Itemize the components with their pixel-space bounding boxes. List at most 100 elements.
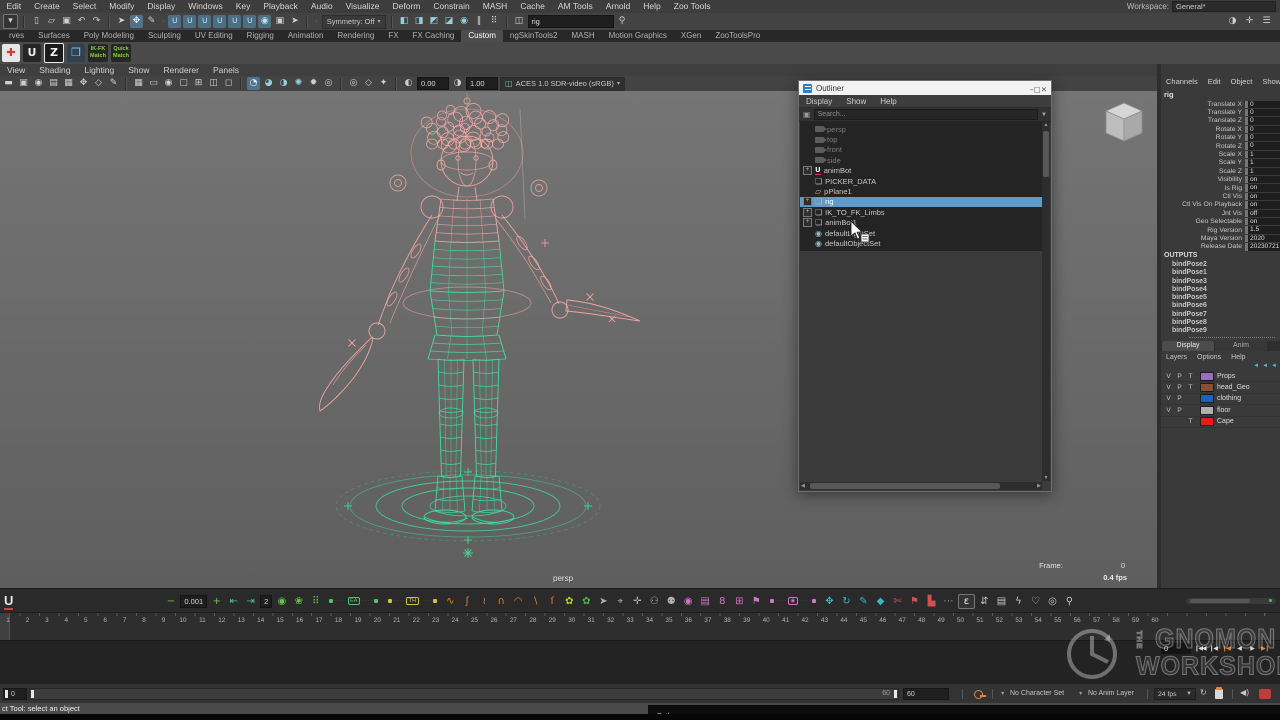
symmetry-dropdown[interactable]: Symmetry: Off▾ bbox=[322, 15, 386, 29]
cursor-target-icon[interactable]: ⌖ bbox=[613, 595, 628, 608]
cube-shelf-icon[interactable]: ❒ bbox=[67, 44, 85, 62]
chevron-down-icon[interactable]: ▼ bbox=[1078, 691, 1083, 697]
outliner-item-picker-data[interactable]: +❏PICKER_DATA bbox=[800, 176, 1042, 186]
ik-fk-match-button[interactable]: IK-FKMatch bbox=[88, 44, 108, 62]
playback-toggle[interactable]: P bbox=[1174, 407, 1185, 414]
channel-box-menu-object[interactable]: Object bbox=[1226, 77, 1258, 86]
animbot-shelf-icon[interactable]: U bbox=[23, 44, 41, 62]
attribute-value[interactable]: 20230721 bbox=[1245, 243, 1280, 250]
quick-match-button[interactable]: QuickMatch bbox=[111, 44, 131, 62]
render-icon[interactable]: ◧ bbox=[398, 15, 411, 28]
sliders-icon[interactable]: ⇵ bbox=[977, 595, 992, 608]
isolate-select-icon[interactable]: ◎ bbox=[347, 77, 360, 90]
filter-icon[interactable]: ▣ bbox=[803, 110, 811, 119]
layer-row-cape[interactable]: TCape bbox=[1161, 417, 1280, 428]
curve-wave-icon[interactable]: ≀ bbox=[477, 595, 492, 608]
bolt-icon[interactable]: ϟ bbox=[1011, 595, 1026, 608]
nudge-left-icon[interactable]: ⇤ bbox=[226, 595, 241, 608]
all-lights-icon[interactable]: ✺ bbox=[292, 77, 305, 90]
exposure-icon[interactable]: ◐ bbox=[402, 77, 415, 90]
visibility-toggle[interactable]: V bbox=[1163, 395, 1174, 402]
layer-tab-anim[interactable]: Anim bbox=[1215, 341, 1267, 351]
medkit-shelf-icon[interactable]: ✚ bbox=[2, 44, 20, 62]
select-camera-icon[interactable]: ▬ bbox=[2, 77, 15, 90]
command-line-input[interactable]: Python bbox=[648, 705, 1280, 714]
curve-arc-icon[interactable]: ◠ bbox=[511, 595, 526, 608]
light-editor-icon[interactable]: ◉ bbox=[458, 15, 471, 28]
menu-mash[interactable]: MASH bbox=[476, 0, 514, 13]
visibility-toggle[interactable]: V bbox=[1163, 373, 1174, 380]
outliner-menu-display[interactable]: Display bbox=[799, 97, 839, 106]
shelf-tab-rendering[interactable]: Rendering bbox=[330, 30, 381, 42]
menu-select[interactable]: Select bbox=[66, 0, 103, 13]
step-back-frame-button[interactable]: ❙◀ bbox=[1207, 642, 1219, 655]
select-tool-icon[interactable]: ➤ bbox=[115, 15, 128, 28]
output-node-bindpose5[interactable]: bindPose5 bbox=[1161, 294, 1280, 302]
outliner-titlebar[interactable]: Outliner –▢✕ bbox=[799, 81, 1051, 95]
shelf-tab-uv-editing[interactable]: UV Editing bbox=[188, 30, 240, 42]
attribute-value[interactable]: 1 bbox=[1245, 159, 1280, 166]
scroll-thumb[interactable] bbox=[1043, 131, 1049, 177]
shelf-tab-animation[interactable]: Animation bbox=[281, 30, 331, 42]
layer-menu-help[interactable]: Help bbox=[1226, 354, 1250, 361]
increment-icon[interactable]: + bbox=[209, 595, 224, 608]
scroll-left-icon[interactable]: ◀ bbox=[801, 482, 805, 490]
animbot-scrollbar[interactable] bbox=[1186, 598, 1276, 604]
attribute-value[interactable]: 2020 bbox=[1245, 235, 1280, 242]
snap-projected-center-icon[interactable]: ∪ bbox=[213, 15, 226, 28]
layer-row-clothing[interactable]: VPclothing bbox=[1161, 394, 1280, 405]
menu-audio[interactable]: Audio bbox=[304, 0, 339, 13]
move-teal-icon[interactable]: ✥ bbox=[822, 595, 837, 608]
menu-cache[interactable]: Cache bbox=[514, 0, 552, 13]
more-icon[interactable]: ⋯ bbox=[941, 595, 956, 608]
search-input[interactable]: Search... bbox=[814, 109, 1038, 120]
visibility-toggle[interactable]: V bbox=[1163, 384, 1174, 391]
attribute-value[interactable]: on bbox=[1245, 201, 1280, 208]
attribute-value[interactable]: 1.5 bbox=[1245, 226, 1280, 233]
attribute-value[interactable]: off bbox=[1245, 210, 1280, 217]
safe-action-icon[interactable]: ◫ bbox=[207, 77, 220, 90]
play-backwards-button[interactable]: ◀ bbox=[1233, 642, 1245, 655]
boot-red-icon[interactable]: ▙ bbox=[924, 595, 939, 608]
visibility-toggle[interactable]: V bbox=[1163, 407, 1174, 414]
curve-bounce-icon[interactable]: ∩ bbox=[494, 595, 509, 608]
lasso-select-icon[interactable]: ✥ bbox=[130, 15, 143, 28]
chevron-down-icon[interactable]: ▼ bbox=[1000, 691, 1005, 697]
paint-select-icon[interactable]: ✎ bbox=[145, 15, 158, 28]
layer-row-head-geo[interactable]: VPThead_Geo bbox=[1161, 382, 1280, 393]
pose-icon[interactable]: ⚉ bbox=[664, 595, 679, 608]
scroll-right-icon[interactable]: ▶ bbox=[1037, 482, 1041, 490]
channel-box-icon[interactable]: ☰ bbox=[1260, 15, 1273, 28]
expand-icon[interactable]: + bbox=[803, 166, 812, 175]
menu-edit[interactable]: Edit bbox=[0, 0, 28, 13]
layer-menu-layers[interactable]: Layers bbox=[1161, 354, 1192, 361]
menu-help[interactable]: Help bbox=[637, 0, 667, 13]
speaker-icon[interactable]: ◀) bbox=[1240, 688, 1249, 697]
layer-arrow-3-icon[interactable]: ◄ bbox=[1271, 363, 1277, 369]
render-sequence-icon[interactable]: ◩ bbox=[428, 15, 441, 28]
nudge-right-icon[interactable]: ⇥ bbox=[243, 595, 258, 608]
close-button[interactable]: ✕ bbox=[1041, 85, 1047, 94]
template-toggle[interactable]: T bbox=[1185, 418, 1196, 425]
status-search-field[interactable]: rig bbox=[528, 15, 614, 28]
loop-icon[interactable]: ↻ bbox=[1200, 688, 1207, 697]
attribute-value[interactable]: 0 bbox=[1245, 134, 1280, 141]
panel-menu-renderer[interactable]: Renderer bbox=[157, 65, 206, 75]
workspace-field[interactable]: General* bbox=[1172, 1, 1276, 12]
layer-color-swatch[interactable] bbox=[1200, 372, 1214, 381]
shelf-tab-mash[interactable]: MASH bbox=[565, 30, 602, 42]
flag-pink-icon[interactable]: ⚑ bbox=[749, 595, 764, 608]
gamma-field[interactable]: 1.00 bbox=[466, 77, 498, 90]
menu-modify[interactable]: Modify bbox=[103, 0, 141, 13]
attribute-value[interactable]: 1 bbox=[1245, 151, 1280, 158]
snap-grid-icon[interactable]: ∪ bbox=[168, 15, 181, 28]
output-node-bindpose1[interactable]: bindPose1 bbox=[1161, 269, 1280, 277]
gamma-icon[interactable]: ◑ bbox=[451, 77, 464, 90]
tween-value-field[interactable]: 0.001 bbox=[180, 595, 207, 608]
output-node-bindpose9[interactable]: bindPose9 bbox=[1161, 327, 1280, 335]
cursor-plus-icon[interactable]: ✛ bbox=[630, 595, 645, 608]
ipr-render-icon[interactable]: ◨ bbox=[413, 15, 426, 28]
step-back-key-button[interactable]: ❙◀ bbox=[1220, 642, 1232, 655]
search-icon[interactable]: ⚲ bbox=[616, 15, 629, 28]
maximize-button[interactable]: ▢ bbox=[1034, 85, 1041, 94]
